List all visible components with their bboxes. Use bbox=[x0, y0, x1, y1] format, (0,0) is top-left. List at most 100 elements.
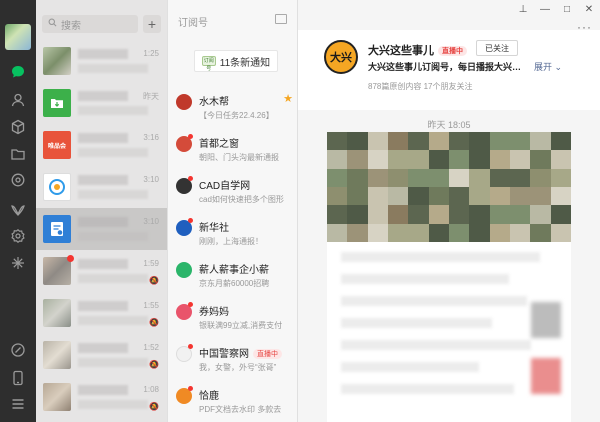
chat-item[interactable]: 唯品会 3:16 bbox=[36, 124, 167, 166]
sub-item[interactable]: 薪人薪事企小薪 京东月薪60000招聘 bbox=[168, 256, 297, 298]
brand-avatar: 唯品会 bbox=[43, 131, 71, 159]
subscriptions-header: 订阅号 bbox=[178, 18, 208, 29]
chat-item[interactable]: 昨天 bbox=[36, 82, 167, 124]
chat-item[interactable]: 1:55 🔕 bbox=[36, 292, 167, 334]
sub-item[interactable]: CAD自学网 cad如何快速把多个图形 bbox=[168, 172, 297, 214]
chat-avatar bbox=[43, 257, 71, 285]
sub-item[interactable]: 水木帮 ★ 【今日任务22.4.26】 bbox=[168, 88, 297, 130]
chat-item[interactable]: 1:52 🔕 bbox=[36, 334, 167, 376]
star-icon: ★ bbox=[283, 93, 293, 105]
unread-dot bbox=[188, 134, 193, 139]
link-icon[interactable] bbox=[8, 340, 28, 360]
chat-avatar bbox=[43, 47, 71, 75]
service-avatar bbox=[43, 173, 71, 201]
window-controls: ⊥ — □ ✕ bbox=[512, 0, 600, 18]
sub-name: 薪人薪事企小薪 bbox=[199, 265, 269, 276]
search-small-icon bbox=[48, 18, 57, 30]
chat-time: 3:10 bbox=[143, 175, 159, 184]
sub-logo bbox=[176, 262, 192, 278]
sub-desc: 朝阳、门头沟最新通报 bbox=[199, 153, 279, 162]
search-placeholder: 搜索 bbox=[61, 20, 81, 32]
sub-desc: cad如何快速把多个图形 bbox=[199, 195, 284, 204]
unread-dot bbox=[188, 302, 193, 307]
sub-name: 新华社 bbox=[199, 223, 229, 234]
account-stats: 878篇原创内容 17个朋友关注 bbox=[368, 82, 473, 91]
maximize-button[interactable]: □ bbox=[556, 0, 578, 18]
chat-time: 1:55 bbox=[143, 301, 159, 310]
chat-time: 3:16 bbox=[143, 133, 159, 142]
unread-dot bbox=[188, 218, 193, 223]
chevron-down-icon: ⌄ bbox=[554, 62, 563, 72]
channels-icon[interactable] bbox=[8, 200, 28, 220]
sub-desc: PDF文档去水印 多款去 bbox=[199, 405, 282, 414]
new-notifications-button[interactable]: 订阅号 11条新通知 bbox=[194, 50, 278, 72]
subscriptions-avatar bbox=[43, 215, 71, 243]
user-avatar[interactable] bbox=[5, 24, 31, 50]
chat-avatar bbox=[43, 299, 71, 327]
phone-icon[interactable] bbox=[8, 368, 28, 388]
article-cover-image bbox=[327, 132, 571, 242]
sub-item[interactable]: 新华社 刚刚，上海通报！ bbox=[168, 214, 297, 256]
chat-item[interactable]: 1:25 bbox=[36, 40, 167, 82]
sub-name: 券妈妈 bbox=[199, 307, 229, 318]
account-logo[interactable]: 大兴 bbox=[324, 40, 358, 74]
account-profile: 大兴 大兴这些事儿 直播中 已关注 大兴这些事儿订阅号，每日播报大兴… 展开 ⌄ … bbox=[298, 30, 600, 110]
sub-item[interactable]: 券妈妈 银联满99立减,消费支付 bbox=[168, 298, 297, 340]
message-time: 昨天 18:05 bbox=[427, 120, 471, 130]
chat-item[interactable]: 1:59 🔕 bbox=[36, 250, 167, 292]
chat-item-selected[interactable]: 3:10 bbox=[36, 208, 167, 250]
sub-desc: 银联满99立减,消费支付 bbox=[199, 321, 283, 330]
chat-time: 1:59 bbox=[143, 259, 159, 268]
moments-icon[interactable] bbox=[8, 170, 28, 190]
sub-desc: 刚刚，上海通报！ bbox=[199, 237, 263, 246]
chat-item[interactable]: 1:08 🔕 bbox=[36, 376, 167, 418]
chat-avatar bbox=[43, 341, 71, 369]
sub-name: 水木帮 bbox=[199, 97, 229, 108]
close-button[interactable]: ✕ bbox=[578, 0, 600, 18]
sub-name: CAD自学网 bbox=[199, 181, 251, 192]
sub-item[interactable]: 恰鹿 PDF文档去水印 多款去 bbox=[168, 382, 297, 422]
unread-dot bbox=[67, 255, 74, 262]
contacts-icon[interactable] bbox=[8, 90, 28, 110]
minimize-button[interactable]: — bbox=[534, 0, 556, 18]
files-icon[interactable] bbox=[8, 144, 28, 164]
favorites-icon[interactable] bbox=[8, 117, 28, 137]
sub-desc: 京东月薪60000招聘 bbox=[199, 279, 270, 288]
pin-button[interactable]: ⊥ bbox=[512, 0, 534, 18]
mute-icon: 🔕 bbox=[149, 360, 159, 369]
search-icon[interactable] bbox=[8, 226, 28, 246]
sub-item[interactable]: 中国警察网 直播中 我，女警，外号“张哥” bbox=[168, 340, 297, 382]
sub-name: 首都之窗 bbox=[199, 139, 239, 150]
subscription-list: 订阅号 订阅号 11条新通知 水木帮 ★ 【今日任务22.4.26】 首都之窗 … bbox=[167, 0, 298, 422]
expand-link[interactable]: 展开 ⌄ bbox=[534, 60, 562, 73]
notify-text: 11条新通知 bbox=[219, 57, 271, 69]
menu-icon[interactable] bbox=[8, 394, 28, 414]
blurred-image bbox=[531, 358, 561, 394]
sub-name: 中国警察网 直播中 bbox=[199, 345, 282, 360]
sub-name: 恰鹿 bbox=[199, 391, 219, 402]
chat-avatar bbox=[43, 383, 71, 411]
mute-icon: 🔕 bbox=[149, 276, 159, 285]
follow-button[interactable]: 已关注 bbox=[476, 40, 518, 56]
chat-icon[interactable] bbox=[8, 62, 28, 82]
chat-time: 1:08 bbox=[143, 385, 159, 394]
window-icon[interactable] bbox=[275, 14, 287, 24]
live-badge: 直播中 bbox=[438, 46, 467, 57]
article-card[interactable] bbox=[327, 132, 571, 422]
sub-desc: 【今日任务22.4.26】 bbox=[199, 111, 274, 120]
account-description: 大兴这些事儿订阅号，每日播报大兴… bbox=[368, 62, 522, 72]
unread-dot bbox=[188, 344, 193, 349]
add-button[interactable]: + bbox=[143, 15, 161, 33]
nav-rail bbox=[0, 0, 36, 422]
unread-dot bbox=[188, 386, 193, 391]
article-text-blurred bbox=[341, 252, 557, 406]
miniprogram-icon[interactable] bbox=[8, 253, 28, 273]
sub-item[interactable]: 首都之窗 朝阳、门头沟最新通报 bbox=[168, 130, 297, 172]
search-box[interactable]: 搜索 bbox=[42, 15, 138, 33]
chat-item[interactable]: 3:10 bbox=[36, 166, 167, 208]
sub-desc: 我，女警，外号“张哥” bbox=[199, 363, 277, 372]
unread-dot bbox=[188, 176, 193, 181]
mute-icon: 🔕 bbox=[149, 402, 159, 411]
article-pane: ⊥ — □ ✕ ··· 大兴 大兴这些事儿 直播中 已关注 大兴这些事儿订阅号，每… bbox=[298, 0, 600, 422]
chat-time: 3:10 bbox=[143, 217, 159, 226]
